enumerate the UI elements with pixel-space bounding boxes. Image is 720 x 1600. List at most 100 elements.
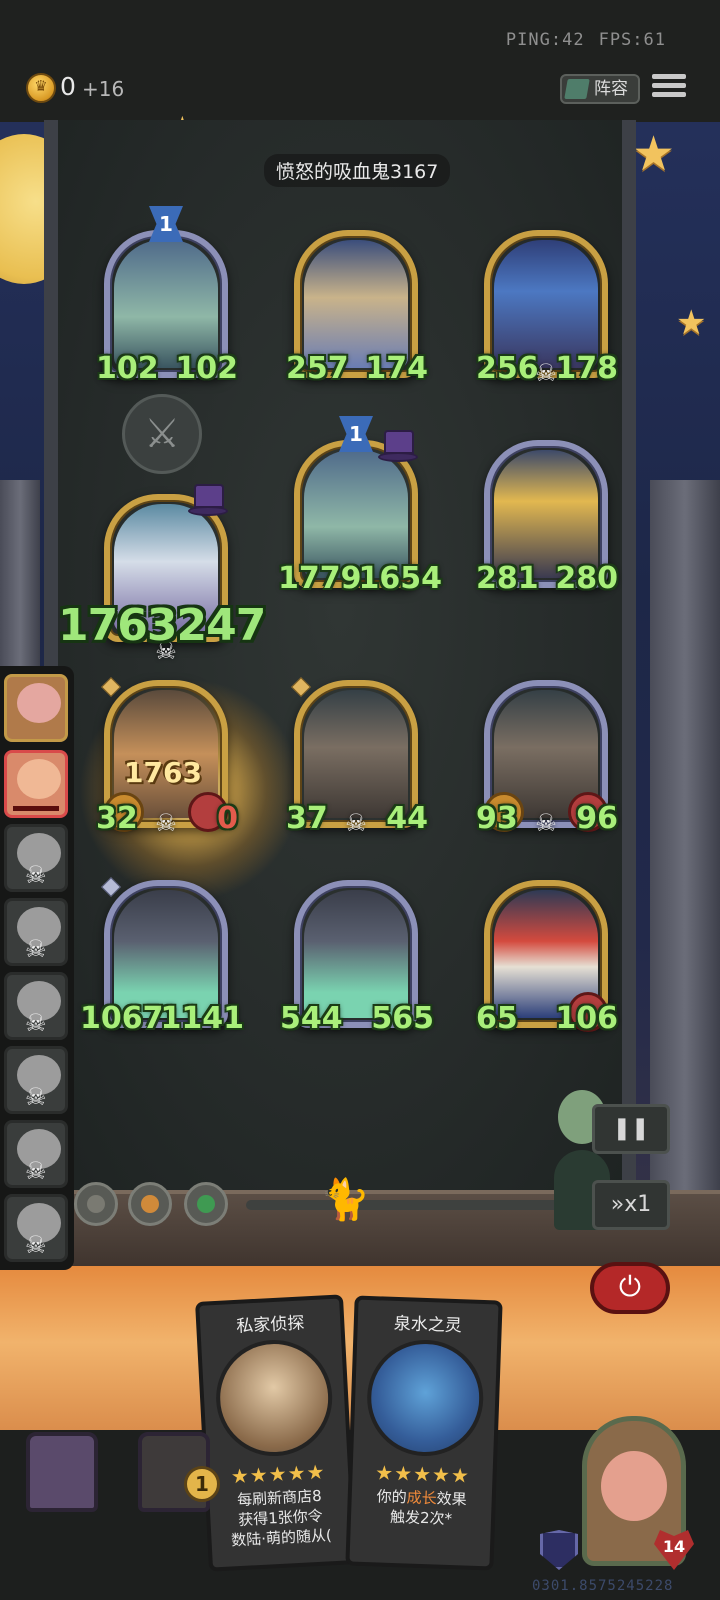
unit-attack: 32 <box>96 801 138 836</box>
fps-text: FPS:61 <box>598 30 666 50</box>
enemy-unit-card[interactable]: 1 102 102 <box>96 206 238 386</box>
player-avatar-eliminated[interactable]: ☠ <box>4 1194 68 1262</box>
top-hat-icon <box>188 480 228 520</box>
cat-silhouette-icon: 🐈 <box>320 1177 370 1223</box>
speed-label: x1 <box>624 1192 652 1217</box>
ally-unit-card[interactable]: 1067 1141 <box>80 877 244 1036</box>
skull-icon: ☠ <box>25 1083 47 1111</box>
unit-health: 1654 <box>358 561 443 596</box>
ghost-horse-art <box>114 240 218 368</box>
skull-icon: ☠ <box>25 1009 47 1037</box>
player-avatar-eliminated[interactable]: ☠ <box>4 1120 68 1188</box>
card-title: 泉水之灵 <box>393 1313 463 1337</box>
sleeping-boy-art <box>494 450 598 578</box>
ally-unit-card[interactable]: 93 ☠ 96 <box>476 680 618 837</box>
gold-income: +16 <box>82 77 125 101</box>
unit-stats-overlapped: 1763247 <box>58 600 266 651</box>
damage-number: 1763 <box>124 756 202 789</box>
lineup-button[interactable]: 阵容 <box>560 74 640 104</box>
unit-attack: 65 <box>476 1001 518 1036</box>
detective-portrait <box>213 1337 336 1460</box>
ghost-horse-art <box>304 450 408 578</box>
power-button[interactable]: ⏻ <box>590 1262 670 1314</box>
fast-forward-icon: » <box>610 1192 625 1217</box>
player-avatar-eliminated[interactable]: ☠ <box>4 898 68 966</box>
enemy-unit-card[interactable]: 1 1779 1654 <box>278 416 442 596</box>
enemy-unit-card[interactable]: 256 ☠ 178 <box>476 230 618 387</box>
gem-slot[interactable] <box>128 1182 172 1226</box>
card-desc-text: 效果 <box>436 1489 468 1509</box>
enemy-unit-card[interactable]: 257 174 <box>286 230 428 386</box>
ally-unit-card[interactable]: 37 ☠ 44 <box>286 677 428 837</box>
card-desc-text: 你的 <box>376 1487 408 1507</box>
gold-coin-icon <box>26 73 56 103</box>
unit-health: 96 <box>576 801 618 836</box>
skull-icon: ☠ <box>155 809 177 837</box>
unit-health: 280 <box>555 561 618 596</box>
enemy-unit-card[interactable]: 281 280 <box>476 440 618 596</box>
card-title: 私家侦探 <box>235 1313 305 1337</box>
speed-button[interactable]: »x1 <box>592 1180 670 1230</box>
unit-health: 106 <box>555 1001 618 1036</box>
shop-card[interactable]: 泉水之灵 ★★★★★ 你的成长效果 触发2次* <box>345 1295 503 1571</box>
ally-unit-card[interactable]: 65 106 <box>476 880 618 1036</box>
card-description: 你的成长效果 触发2次* <box>359 1486 484 1530</box>
user-id: 0301.8575245228 <box>532 1578 674 1594</box>
ally-unit-card[interactable]: 544 565 <box>280 880 434 1036</box>
shop-counter: 1 <box>184 1466 220 1502</box>
ping-text: PING:42 <box>505 30 585 50</box>
unit-attack: 281 <box>476 561 539 596</box>
skull-icon: ☠ <box>25 861 47 889</box>
player-avatar-eliminated[interactable]: ☠ <box>4 972 68 1040</box>
menu-hamburger-icon[interactable] <box>652 70 686 104</box>
power-icon: ⏻ <box>618 1270 642 1303</box>
top-hat-icon <box>378 426 418 466</box>
airship-art <box>304 690 408 818</box>
perf-readout: PING:42 FPS:61 <box>492 30 666 50</box>
unit-health: 174 <box>365 351 428 386</box>
card-description: 每刷新商店8 获得1张你令 数陆·萌的随从( <box>217 1485 344 1551</box>
blue-hair-mage-art <box>494 240 598 368</box>
gem-slot[interactable] <box>74 1182 118 1226</box>
unit-attack: 256 <box>476 351 539 386</box>
king-art <box>304 240 408 368</box>
unit-attack: 1067 <box>80 1001 164 1036</box>
unit-health: 178 <box>555 351 618 386</box>
shop-card[interactable]: 私家侦探 ★★★★★ 每刷新商店8 获得1张你令 数陆·萌的随从( <box>195 1294 357 1572</box>
player-avatar-eliminated[interactable]: ☠ <box>4 824 68 892</box>
unit-attack: 257 <box>286 351 349 386</box>
player-avatar-pig[interactable] <box>4 674 68 742</box>
gold-count: 0 <box>60 72 76 101</box>
player-avatar-eliminated[interactable]: ☠ <box>4 1046 68 1114</box>
pause-button[interactable]: ❚❚ <box>592 1104 670 1154</box>
unit-attack: 544 <box>280 1001 343 1036</box>
player-avatar-active[interactable] <box>4 750 68 818</box>
skull-icon: ☠ <box>535 809 557 837</box>
unit-health: 0 <box>217 801 238 836</box>
card-stars: ★★★★★ <box>374 1460 471 1488</box>
skull-icon: ☠ <box>25 1231 47 1259</box>
crossed-swords-icon: ⚔ <box>122 394 202 474</box>
gem-slot[interactable] <box>184 1182 228 1226</box>
pig-hero-face <box>601 1451 667 1521</box>
unit-attack: 93 <box>476 801 518 836</box>
skull-icon: ☠ <box>25 1157 47 1185</box>
opponent-name: 愤怒的吸血鬼3167 <box>264 154 451 187</box>
unit-attack: 1779 <box>278 561 362 596</box>
book-icon <box>564 79 590 99</box>
ally-unit-card[interactable]: 32 ☠ 0 <box>96 677 238 837</box>
fountain-spirit-portrait <box>365 1338 486 1459</box>
skull-icon: ☠ <box>345 809 367 837</box>
star-decoration: ★ <box>676 303 707 343</box>
shark-beast-art <box>114 890 218 1018</box>
pause-icon: ❚❚ <box>612 1116 650 1141</box>
unit-health: 565 <box>371 1001 434 1036</box>
refresh-shop-button[interactable] <box>26 1432 98 1512</box>
unit-health: 44 <box>386 801 428 836</box>
shark-beast-art <box>304 890 408 1018</box>
skull-icon: ☠ <box>25 935 47 963</box>
unit-attack: 102 <box>96 351 159 386</box>
card-desc-keyword: 成长 <box>406 1488 438 1508</box>
unit-health: 102 <box>175 351 238 386</box>
player-list: ☠ ☠ ☠ ☠ ☠ ☠ <box>0 666 74 1270</box>
